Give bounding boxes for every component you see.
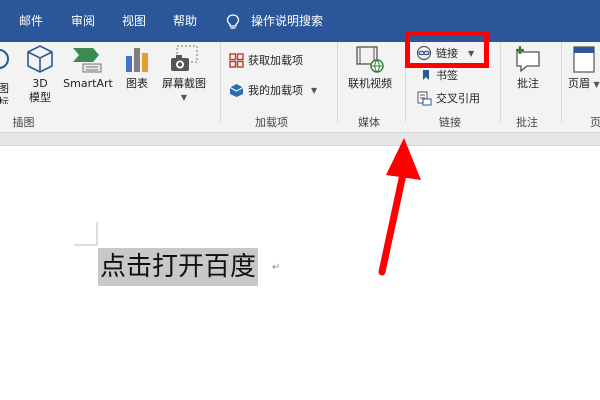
annotation-arrow <box>378 138 421 276</box>
